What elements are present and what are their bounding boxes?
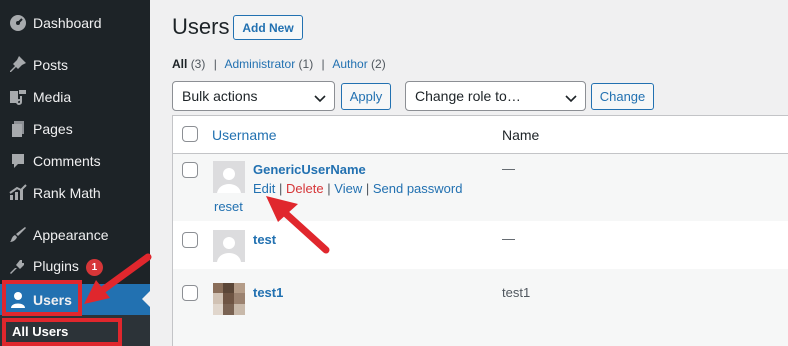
column-username-header[interactable]: Username bbox=[212, 127, 277, 143]
name-cell: test1 bbox=[502, 285, 531, 300]
table-row: test1 test1 bbox=[173, 269, 788, 346]
view-link[interactable]: View bbox=[334, 181, 362, 196]
filter-author[interactable]: Author bbox=[332, 57, 367, 71]
name-cell: — bbox=[502, 231, 515, 246]
username-link[interactable]: test1 bbox=[253, 285, 283, 300]
sidebar-item-label: Appearance bbox=[33, 227, 109, 243]
filter-all-count: (3) bbox=[190, 57, 206, 71]
change-role-button[interactable]: Change bbox=[591, 83, 654, 110]
active-indicator bbox=[142, 291, 150, 307]
apply-button[interactable]: Apply bbox=[341, 83, 391, 110]
all-users-highlight-box bbox=[2, 318, 122, 346]
change-role-value: Change role to… bbox=[415, 88, 521, 104]
separator: | bbox=[365, 181, 370, 196]
appearance-icon bbox=[8, 225, 28, 245]
sidebar-item-label: Media bbox=[33, 89, 72, 105]
sidebar-item-comments[interactable]: Comments bbox=[0, 146, 150, 176]
comments-icon bbox=[8, 151, 28, 171]
avatar bbox=[213, 283, 245, 315]
sidebar-item-posts[interactable]: Posts bbox=[0, 50, 150, 80]
table-row: GenericUserName — Edit | Delete | View |… bbox=[173, 154, 788, 221]
plugins-update-badge: 1 bbox=[85, 258, 103, 276]
rank-math-icon bbox=[8, 183, 28, 203]
pages-icon bbox=[8, 119, 28, 139]
delete-link[interactable]: Delete bbox=[286, 181, 324, 196]
row-checkbox[interactable] bbox=[182, 232, 198, 248]
select-all-checkbox[interactable] bbox=[182, 126, 198, 142]
sidebar-item-label: Pages bbox=[33, 121, 73, 137]
page-title: Users bbox=[172, 14, 230, 39]
send-password-link[interactable]: Send password bbox=[373, 181, 463, 196]
sidebar-item-rank-math[interactable]: Rank Math bbox=[0, 178, 150, 208]
sidebar-item-dashboard[interactable]: Dashboard bbox=[0, 8, 150, 38]
username-link[interactable]: GenericUserName bbox=[253, 162, 366, 177]
avatar bbox=[213, 230, 245, 262]
sidebar-item-appearance[interactable]: Appearance bbox=[0, 220, 150, 250]
role-filter-links: All (3) | Administrator (1) | Author (2) bbox=[172, 57, 386, 71]
sidebar-item-label: Plugins bbox=[33, 258, 79, 275]
separator: | bbox=[279, 181, 283, 196]
column-name-header: Name bbox=[502, 127, 540, 143]
sidebar-item-pages[interactable]: Pages bbox=[0, 114, 150, 144]
chevron-down-icon bbox=[314, 91, 326, 107]
sidebar-item-plugins[interactable]: Plugins 1 bbox=[0, 252, 150, 282]
bulk-actions-select[interactable]: Bulk actions bbox=[172, 81, 335, 111]
sidebar-item-label: Posts bbox=[33, 57, 69, 73]
sidebar-item-label: Dashboard bbox=[33, 15, 102, 31]
avatar bbox=[213, 161, 245, 193]
filter-author-count: (2) bbox=[371, 57, 386, 71]
separator: | bbox=[327, 181, 331, 196]
separator: | bbox=[321, 57, 325, 71]
row-checkbox[interactable] bbox=[182, 162, 198, 178]
reset-link[interactable]: reset bbox=[214, 199, 243, 214]
bulk-actions-value: Bulk actions bbox=[182, 88, 258, 104]
sidebar-item-media[interactable]: Media bbox=[0, 82, 150, 112]
row-checkbox[interactable] bbox=[182, 285, 198, 301]
separator: | bbox=[213, 57, 217, 71]
filter-all[interactable]: All bbox=[172, 57, 187, 71]
table-row: test — bbox=[173, 221, 788, 269]
username-link[interactable]: test bbox=[253, 232, 276, 247]
plugins-icon bbox=[8, 257, 28, 277]
pin-icon bbox=[8, 55, 28, 75]
name-cell: — bbox=[502, 161, 515, 176]
media-icon bbox=[8, 87, 28, 107]
row-actions: Edit | Delete | View | Send password bbox=[253, 181, 462, 196]
sidebar-item-label: Rank Math bbox=[33, 185, 101, 201]
filter-administrator-count: (1) bbox=[298, 57, 314, 71]
users-highlight-box bbox=[2, 280, 82, 316]
sidebar-item-label: Comments bbox=[33, 153, 101, 169]
add-new-button[interactable]: Add New bbox=[233, 15, 303, 40]
table-header: Username Name bbox=[173, 116, 788, 154]
users-table: Username Name GenericUserName — Edit | D… bbox=[172, 115, 788, 346]
change-role-select[interactable]: Change role to… bbox=[405, 81, 586, 111]
edit-link[interactable]: Edit bbox=[253, 181, 275, 196]
chevron-down-icon bbox=[565, 91, 577, 107]
filter-administrator[interactable]: Administrator bbox=[225, 57, 296, 71]
dashboard-icon bbox=[8, 13, 28, 33]
